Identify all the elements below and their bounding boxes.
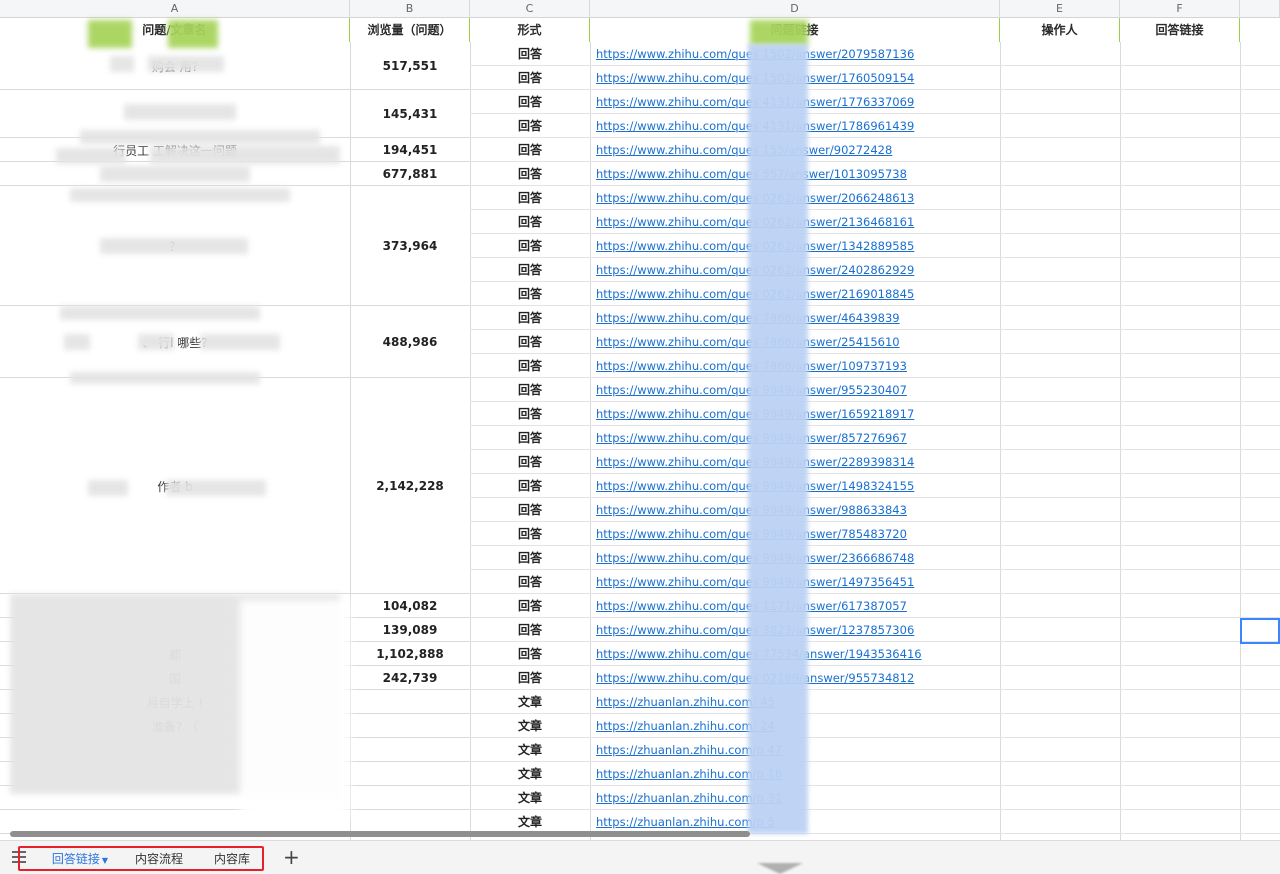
redaction-blur <box>750 20 808 46</box>
form-cell[interactable]: 回答 <box>470 378 590 402</box>
redaction-blur <box>110 56 134 72</box>
header-answer-link[interactable]: 回答链接 <box>1120 18 1240 42</box>
form-cell[interactable]: 回答 <box>470 546 590 570</box>
column-letter[interactable]: D <box>590 0 1000 18</box>
form-cell[interactable]: 回答 <box>470 522 590 546</box>
views-cell[interactable] <box>350 786 470 810</box>
redaction-blur <box>748 44 808 834</box>
views-cell[interactable]: 145,431 <box>350 90 470 138</box>
redaction-blur <box>70 372 260 384</box>
column-letter-empty[interactable] <box>1240 0 1280 18</box>
form-cell[interactable]: 回答 <box>470 642 590 666</box>
form-cell[interactable]: 回答 <box>470 402 590 426</box>
views-cell[interactable] <box>350 762 470 786</box>
redaction-blur <box>64 334 90 350</box>
redaction-blur <box>80 130 320 144</box>
views-cell[interactable]: 139,089 <box>350 618 470 642</box>
column-letter[interactable]: A <box>0 0 350 18</box>
redaction-blur <box>100 238 248 254</box>
redaction-blur <box>240 600 350 820</box>
views-cell[interactable]: 104,082 <box>350 594 470 618</box>
column-letter[interactable]: C <box>470 0 590 18</box>
views-cell[interactable]: 488,986 <box>350 306 470 378</box>
form-cell[interactable]: 回答 <box>470 90 590 114</box>
form-cell[interactable]: 回答 <box>470 186 590 210</box>
horizontal-scrollbar[interactable] <box>10 831 750 837</box>
form-cell[interactable]: 回答 <box>470 594 590 618</box>
column-header-bar: ABCDEF <box>0 0 1280 18</box>
form-cell[interactable]: 回答 <box>470 114 590 138</box>
form-cell[interactable]: 回答 <box>470 618 590 642</box>
redaction-blur <box>70 188 290 202</box>
form-cell[interactable]: 回答 <box>470 330 590 354</box>
form-cell[interactable]: 回答 <box>470 66 590 90</box>
form-cell[interactable]: 回答 <box>470 138 590 162</box>
form-cell[interactable]: 回答 <box>470 426 590 450</box>
form-cell[interactable]: 回答 <box>470 498 590 522</box>
views-cell[interactable] <box>350 738 470 762</box>
form-cell[interactable]: 回答 <box>470 162 590 186</box>
column-letter[interactable]: E <box>1000 0 1120 18</box>
form-cell[interactable]: 回答 <box>470 258 590 282</box>
redaction-blur <box>88 20 132 48</box>
redaction-blur <box>138 334 174 350</box>
redaction-blur <box>60 306 260 320</box>
views-cell[interactable]: 194,451 <box>350 138 470 162</box>
form-cell[interactable]: 文章 <box>470 762 590 786</box>
views-cell[interactable]: 677,881 <box>350 162 470 186</box>
redaction-blur <box>56 148 126 164</box>
column-letter[interactable]: B <box>350 0 470 18</box>
header-form[interactable]: 形式 <box>470 18 590 42</box>
redaction-blur <box>200 334 280 350</box>
header-views[interactable]: 浏览量（问题） <box>350 18 470 42</box>
column-letter[interactable]: F <box>1120 0 1240 18</box>
selected-cell[interactable] <box>1240 618 1280 644</box>
form-cell[interactable]: 回答 <box>470 282 590 306</box>
form-cell[interactable]: 回答 <box>470 450 590 474</box>
form-cell[interactable]: 回答 <box>470 666 590 690</box>
form-cell[interactable]: 文章 <box>470 690 590 714</box>
views-cell[interactable]: 517,551 <box>350 42 470 90</box>
form-cell[interactable]: 回答 <box>470 210 590 234</box>
views-cell[interactable]: 2,142,228 <box>350 378 470 594</box>
redaction-blur <box>100 166 250 182</box>
views-cell[interactable]: 242,739 <box>350 666 470 690</box>
form-cell[interactable]: 回答 <box>470 570 590 594</box>
spreadsheet[interactable]: ABCDEF 问题/文章名 浏览量（问题） 形式 问题链接 操作人 回答链接 回… <box>0 0 1280 840</box>
tab-highlight-box <box>18 846 264 871</box>
form-cell[interactable]: 文章 <box>470 786 590 810</box>
header-operator[interactable]: 操作人 <box>1000 18 1120 42</box>
views-cell[interactable]: 373,964 <box>350 186 470 306</box>
views-cell[interactable] <box>350 714 470 738</box>
views-cell[interactable] <box>350 690 470 714</box>
redaction-blur <box>124 104 236 120</box>
form-cell[interactable]: 文章 <box>470 738 590 762</box>
views-cell[interactable]: 1,102,888 <box>350 642 470 666</box>
form-cell[interactable]: 回答 <box>470 354 590 378</box>
redaction-blur <box>148 56 224 72</box>
form-cell[interactable]: 回答 <box>470 234 590 258</box>
redaction-blur <box>88 480 128 496</box>
redaction-blur <box>168 20 218 48</box>
form-cell[interactable]: 回答 <box>470 42 590 66</box>
scroll-down-icon <box>757 863 803 874</box>
plus-icon[interactable]: + <box>283 847 300 867</box>
form-cell[interactable]: 回答 <box>470 474 590 498</box>
form-cell[interactable]: 文章 <box>470 714 590 738</box>
form-cell[interactable]: 回答 <box>470 306 590 330</box>
redaction-blur <box>166 480 266 496</box>
redaction-blur <box>150 146 340 164</box>
